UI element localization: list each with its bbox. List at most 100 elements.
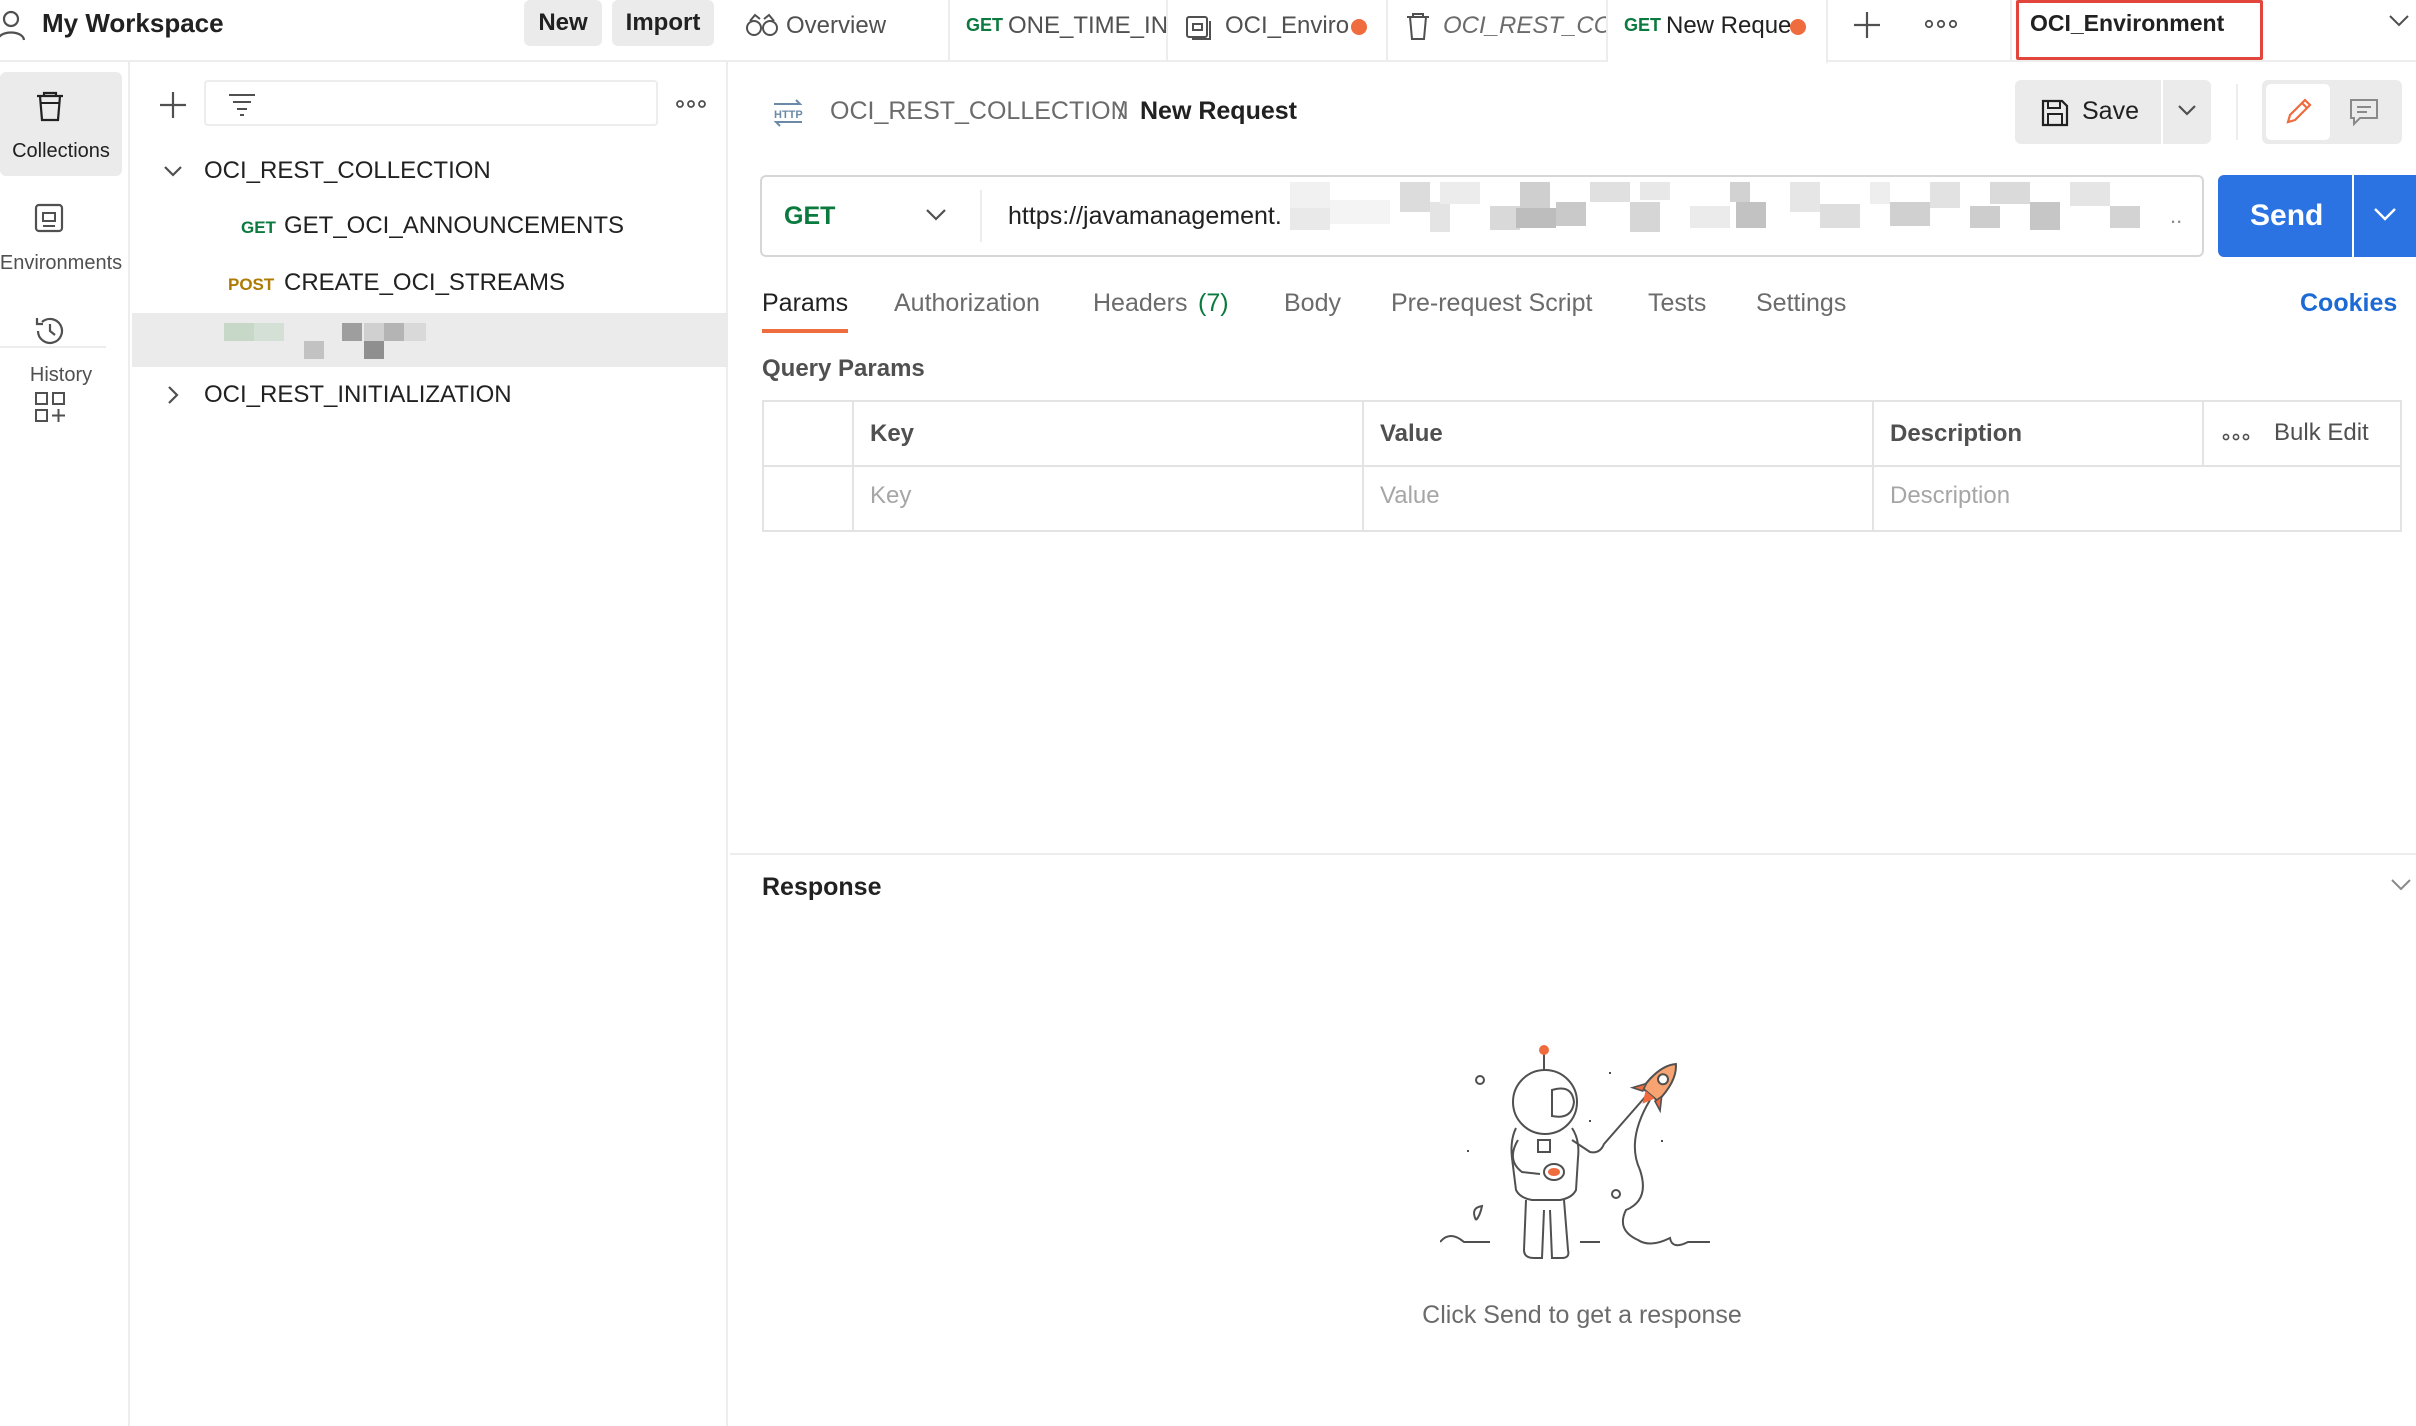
url-overflow: .. [2170, 203, 2183, 228]
response-divider [730, 853, 2416, 855]
collection-item[interactable]: OCI_REST_INITIALIZATION [204, 380, 512, 410]
unsaved-dot [1790, 19, 1806, 35]
pencil-icon [2282, 96, 2314, 128]
save-label: Save [2082, 97, 2139, 125]
filter-icon [228, 92, 256, 116]
send-label: Send [2250, 199, 2324, 232]
user-icon [0, 8, 28, 42]
redaction-block [224, 323, 254, 341]
tab-oci-rest-collection[interactable]: OCI_REST_CC [1388, 0, 1608, 62]
chevron-down-icon[interactable] [2388, 14, 2410, 28]
collection-icon [1404, 12, 1432, 42]
import-button[interactable]: Import [612, 0, 714, 46]
breadcrumb-separator: / [1118, 97, 1125, 125]
collection-item[interactable]: OCI_REST_COLLECTION [204, 156, 491, 186]
redaction-block [254, 323, 284, 341]
redaction-block [364, 323, 384, 341]
add-collection-plus-icon[interactable] [158, 90, 188, 120]
tab-settings[interactable]: Settings [1756, 288, 1846, 318]
tab-label: OCI_REST_CC [1443, 12, 1608, 39]
url-input[interactable]: https://javamanagement. [1008, 201, 1282, 231]
tab-label: OCI_Enviro [1225, 12, 1350, 39]
overview-icon [745, 12, 779, 38]
breadcrumb-collection[interactable]: OCI_REST_COLLECTION [830, 96, 1129, 126]
nav-history[interactable]: History [0, 296, 122, 400]
redaction-block [384, 323, 404, 341]
chevron-down-icon [2372, 205, 2398, 223]
nav-label: History [29, 364, 93, 386]
tab-new-request[interactable]: GET New Reque [1608, 0, 1828, 64]
bulk-edit-button[interactable]: Bulk Edit [2274, 418, 2369, 448]
trash-can-icon [33, 90, 67, 124]
tab-pre-request-script[interactable]: Pre-request Script [1391, 288, 1592, 318]
redaction-block [342, 323, 362, 341]
request-item[interactable]: CREATE_OCI_STREAMS [284, 268, 565, 298]
tab-authorization[interactable]: Authorization [894, 288, 1040, 318]
sidebar-more-icon[interactable] [676, 98, 706, 110]
add-apps-icon[interactable] [33, 390, 67, 424]
tab-label: Overview [786, 12, 887, 39]
astronaut-rocket-illustration [1440, 1040, 1730, 1270]
filter-input[interactable] [204, 80, 658, 126]
column-header-key: Key [870, 420, 915, 447]
request-item[interactable]: GET_OCI_ANNOUNCEMENTS [284, 211, 624, 241]
table-divider [762, 465, 2402, 467]
value-input[interactable]: Value [1380, 481, 1440, 511]
request-method: POST [228, 275, 275, 294]
nav-collections[interactable]: Collections [0, 72, 122, 176]
chevron-right-icon[interactable] [162, 384, 184, 406]
headers-count: (7) [1198, 289, 1229, 317]
http-icon: HTTP [770, 96, 806, 130]
cookies-link[interactable]: Cookies [2300, 288, 2397, 318]
chevron-down-icon[interactable] [162, 160, 184, 182]
nav-label: Collections [12, 140, 110, 162]
tab-headers[interactable]: Headers [1093, 288, 1188, 318]
workspace-name[interactable]: My Workspace [42, 8, 224, 38]
nav-environments[interactable]: Environments [0, 184, 122, 288]
selected-request-item-redacted[interactable] [132, 313, 728, 367]
active-tab-indicator [762, 329, 848, 333]
request-method: GET [241, 218, 276, 237]
more-tabs-icon[interactable] [1924, 18, 1958, 30]
left-nav: Collections Environments History [0, 62, 130, 1426]
tab-body[interactable]: Body [1284, 288, 1341, 318]
collections-sidebar [132, 62, 728, 1426]
unsaved-dot [1351, 19, 1367, 35]
tab-oci-environment[interactable]: OCI_Enviro [1168, 0, 1388, 62]
new-button[interactable]: New [524, 0, 602, 46]
environment-icon [1184, 14, 1212, 42]
column-header-value: Value [1380, 420, 1443, 447]
table-options-icon[interactable] [2222, 432, 2250, 442]
query-params-title: Query Params [762, 355, 925, 382]
tab-overview[interactable]: Overview [729, 0, 950, 62]
environment-icon [33, 202, 67, 236]
save-icon [2040, 98, 2070, 128]
redaction-block [364, 341, 384, 359]
new-tab-plus-icon[interactable] [1850, 8, 1884, 42]
nav-label: Environments [0, 252, 123, 274]
table-divider [2202, 400, 2204, 466]
tab-method: GET [1624, 15, 1662, 35]
tab-one-time-request[interactable]: GET ONE_TIME_IN [950, 0, 1168, 62]
method-select[interactable]: GET [784, 201, 835, 231]
nav-divider [0, 346, 106, 348]
column-header-description: Description [1890, 420, 2023, 447]
chevron-down-icon[interactable] [924, 206, 948, 222]
tab-label: New Reque [1666, 12, 1792, 39]
description-input[interactable]: Description [1890, 481, 2010, 511]
tab-method: GET [966, 15, 1004, 35]
history-icon [33, 314, 67, 348]
chevron-down-icon[interactable] [2390, 878, 2412, 892]
comment-icon[interactable] [2348, 96, 2380, 128]
key-input[interactable]: Key [870, 481, 911, 511]
redaction-block [404, 323, 426, 341]
request-title[interactable]: New Request [1140, 96, 1297, 126]
response-title: Response [762, 873, 882, 901]
redaction-block [304, 341, 324, 359]
tab-label: ONE_TIME_IN [1008, 12, 1168, 39]
environment-name[interactable]: OCI_Environment [2030, 8, 2224, 38]
response-empty-hint: Click Send to get a response [1422, 1301, 1742, 1329]
tab-params[interactable]: Params [762, 288, 848, 318]
tab-tests[interactable]: Tests [1648, 288, 1706, 318]
url-divider [980, 190, 982, 242]
